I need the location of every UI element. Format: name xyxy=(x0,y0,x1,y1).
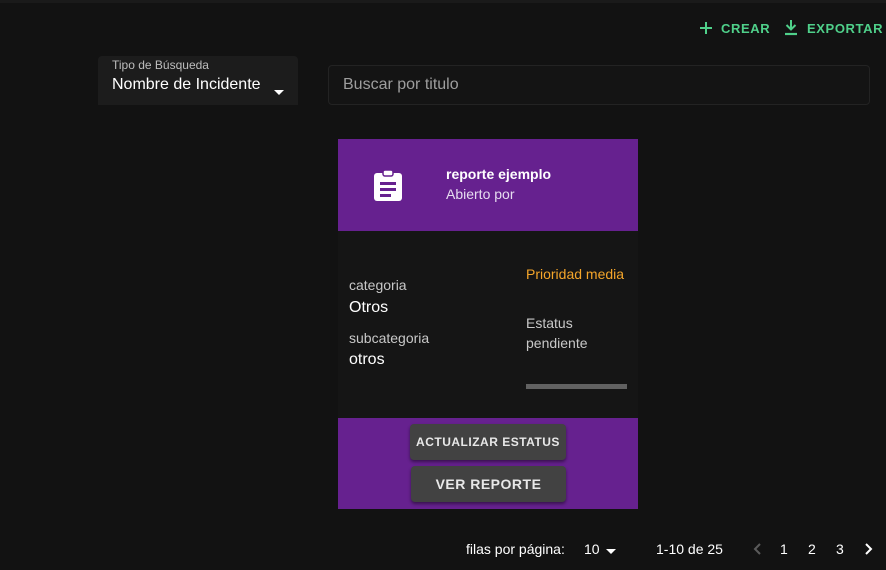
card-header: reporte ejemplo Abierto por xyxy=(338,139,638,231)
create-button[interactable]: CREAR xyxy=(700,18,770,38)
priority-badge: Prioridad media xyxy=(526,266,625,282)
page-number-1[interactable]: 1 xyxy=(780,541,788,557)
card-subtitle: Abierto por xyxy=(446,186,515,202)
chevron-right-icon[interactable] xyxy=(865,542,873,560)
clipboard-text-icon xyxy=(374,169,402,206)
subcategory-label: subcategoria xyxy=(349,330,430,346)
rows-per-page-value: 10 xyxy=(584,541,600,557)
status-label: Estatus xyxy=(526,315,573,331)
subcategory-value: otros xyxy=(349,351,385,368)
status-progress-bar xyxy=(526,384,627,389)
card-actions: ACTUALIZAR ESTATUS VER REPORTE xyxy=(338,418,638,509)
download-icon xyxy=(784,20,798,36)
top-divider xyxy=(0,0,886,3)
export-button-label: EXPORTAR xyxy=(807,20,884,36)
search-input[interactable] xyxy=(329,66,869,104)
category-label: categoria xyxy=(349,277,407,293)
page-number-2[interactable]: 2 xyxy=(808,541,816,557)
search-type-select[interactable]: Tipo de Búsqueda Nombre de Incidente xyxy=(98,56,298,105)
plus-icon xyxy=(700,22,712,34)
pagination-range: 1-10 de 25 xyxy=(656,541,723,557)
update-status-button[interactable]: ACTUALIZAR ESTATUS xyxy=(410,424,566,460)
search-type-label: Tipo de Búsqueda xyxy=(112,58,209,72)
chevron-left-icon[interactable] xyxy=(753,542,761,560)
page-number-3[interactable]: 3 xyxy=(836,541,844,557)
create-button-label: CREAR xyxy=(721,20,771,36)
search-type-value: Nombre de Incidente xyxy=(112,76,261,93)
chevron-down-icon xyxy=(605,541,616,557)
card-body: categoria Otros subcategoria otros Prior… xyxy=(338,231,638,418)
view-report-button[interactable]: VER REPORTE xyxy=(411,466,566,502)
rows-per-page-select[interactable]: 10 xyxy=(584,541,616,557)
card-title: reporte ejemplo xyxy=(446,166,552,182)
export-button[interactable]: EXPORTAR xyxy=(784,18,883,38)
rows-per-page-label: filas por página: xyxy=(466,541,565,557)
search-field xyxy=(328,65,870,105)
category-value: Otros xyxy=(349,299,389,316)
status-value: pendiente xyxy=(526,335,588,351)
incident-card: reporte ejemplo Abierto por categoria Ot… xyxy=(338,139,638,509)
chevron-down-icon xyxy=(274,82,284,100)
